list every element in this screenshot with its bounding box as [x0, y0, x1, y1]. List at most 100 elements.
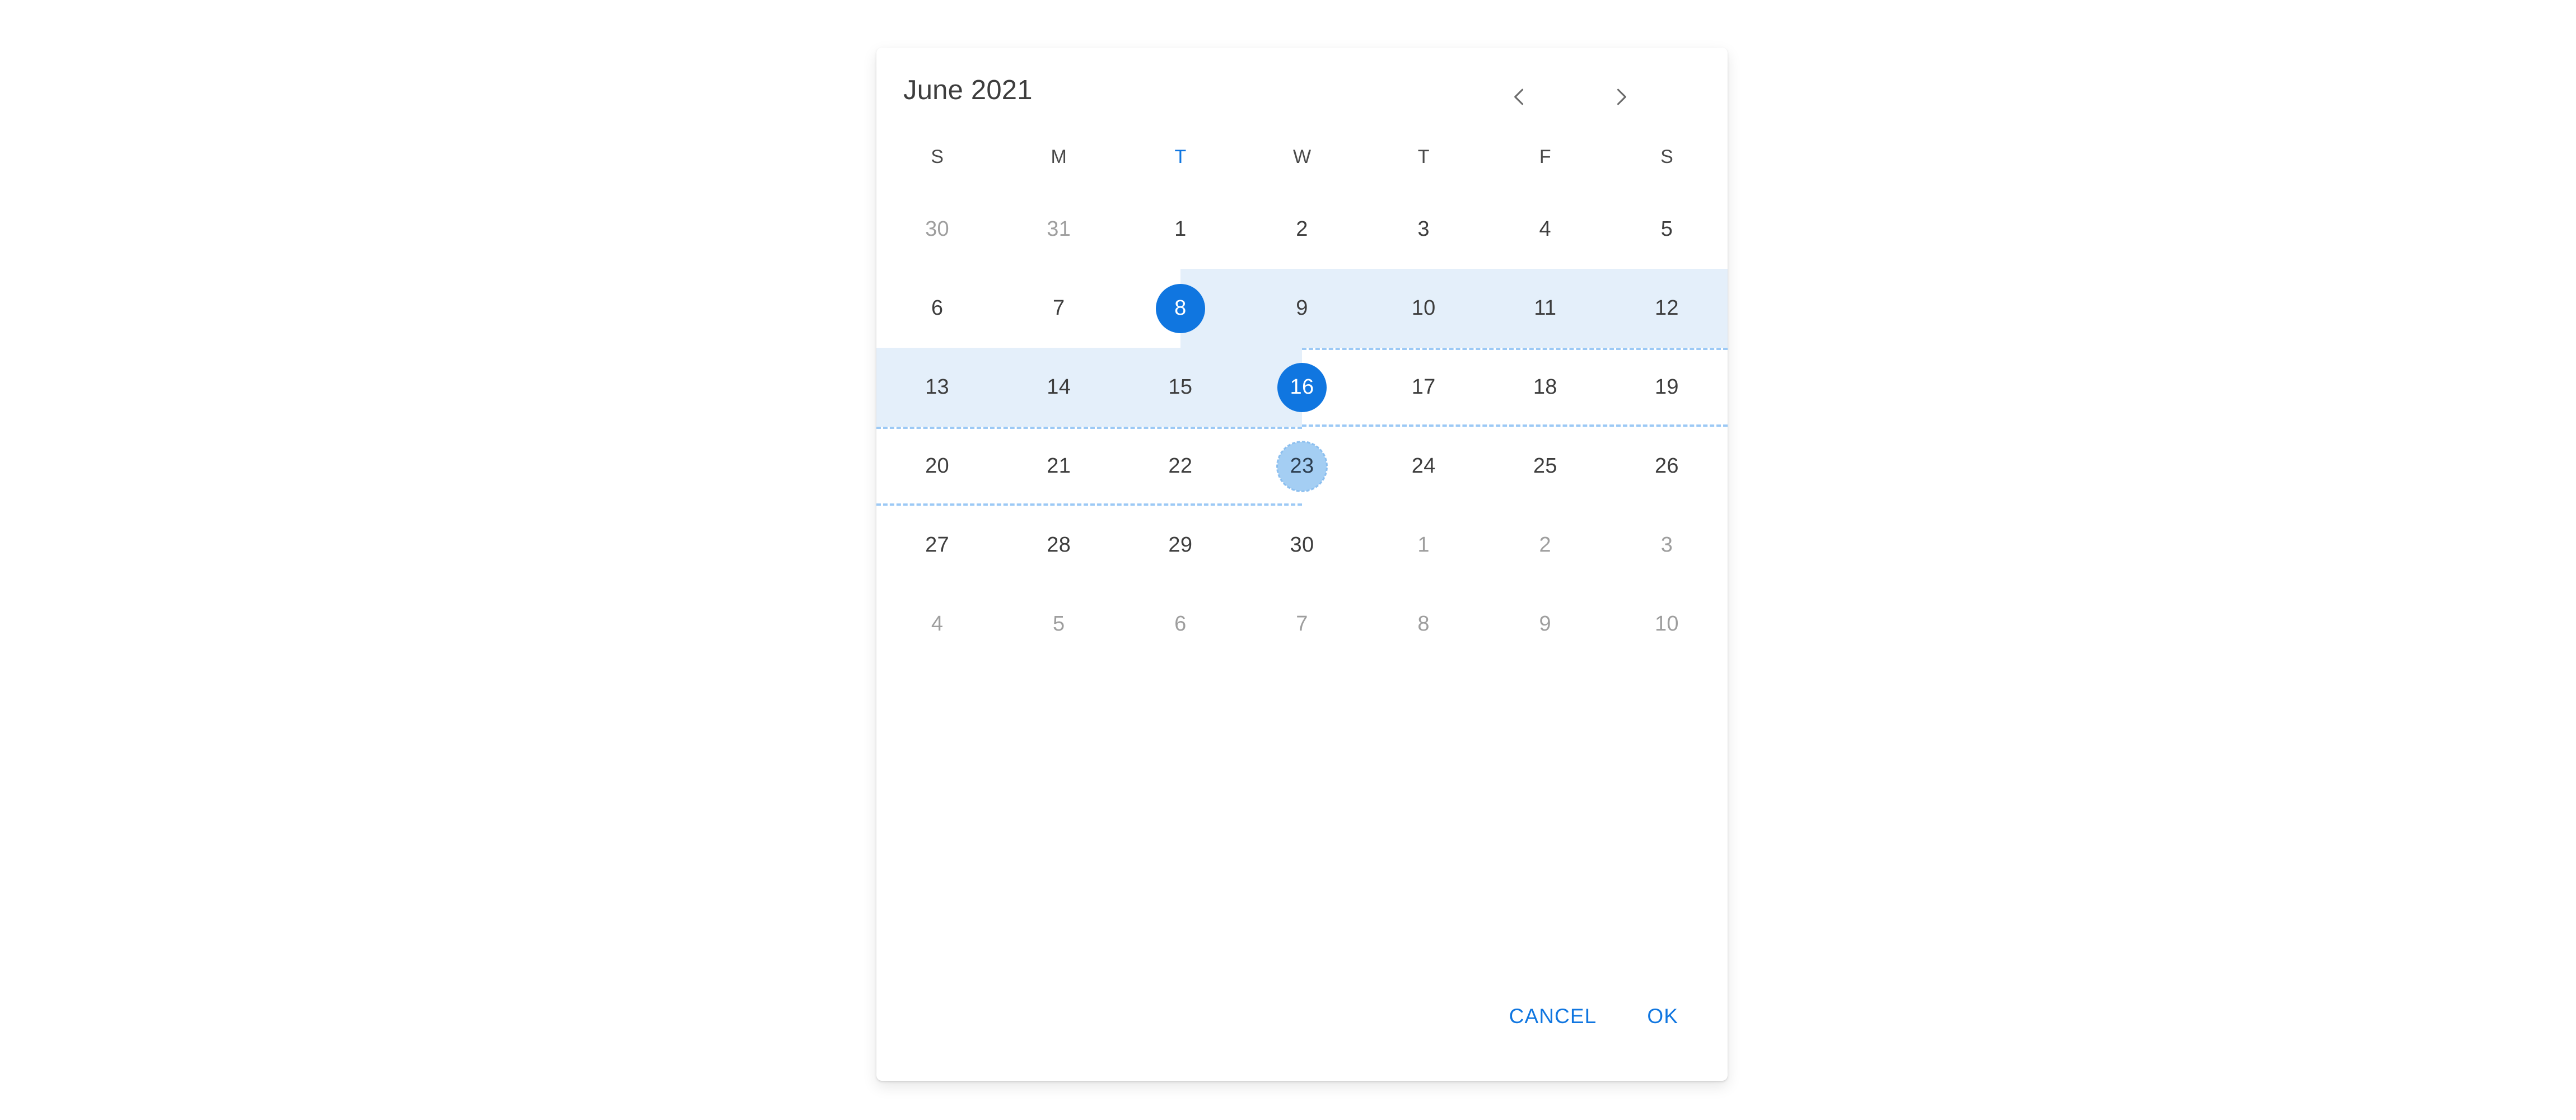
dialog-actions: CANCEL OK — [876, 952, 1728, 1081]
day-cell: 24 — [1363, 427, 1485, 506]
day-23-preview[interactable]: 23 — [1276, 440, 1328, 492]
day-cell: 12 — [1606, 269, 1728, 348]
ok-button[interactable]: OK — [1632, 996, 1693, 1037]
week-row: 13 14 15 16 17 18 19 — [876, 348, 1728, 427]
cancel-button[interactable]: CANCEL — [1495, 996, 1612, 1037]
day-7-muted: 7 — [1296, 612, 1308, 636]
day-cell: 6 — [876, 269, 998, 348]
day-18[interactable]: 18 — [1520, 363, 1570, 412]
day-2-muted: 2 — [1539, 533, 1551, 557]
day-3-muted: 3 — [1660, 533, 1673, 557]
day-cell: 26 — [1606, 427, 1728, 506]
day-cell: 21 — [998, 427, 1119, 506]
day-9-muted: 9 — [1539, 612, 1551, 636]
day-4[interactable]: 4 — [1520, 205, 1570, 254]
day-cell: 19 — [1606, 348, 1728, 427]
day-cell: 30 — [876, 190, 998, 269]
weekday-header-row: SMTWTFS — [876, 137, 1728, 176]
previous-month-button[interactable] — [1492, 70, 1546, 124]
day-cell: 28 — [998, 506, 1119, 585]
day-28[interactable]: 28 — [1034, 521, 1084, 570]
day-grid: 30 31 1 2 3 4 5 6 7 8 9 10 11 12 13 14 15 16 17 18 19 20 21 22 2… — [876, 190, 1728, 664]
weekday-label-6: S — [1660, 146, 1673, 167]
day-cell: 9 — [1485, 585, 1606, 664]
weekday-label-2: T — [1174, 146, 1187, 167]
week-row: 6 7 8 9 10 11 12 — [876, 269, 1728, 348]
day-cell: 2 — [1241, 190, 1362, 269]
day-cell: 29 — [1119, 506, 1241, 585]
day-17[interactable]: 17 — [1399, 363, 1448, 412]
day-cell: 20 — [876, 427, 998, 506]
day-29[interactable]: 29 — [1156, 521, 1205, 570]
day-20[interactable]: 20 — [913, 442, 962, 491]
day-cell: 10 — [1606, 585, 1728, 664]
day-15[interactable]: 15 — [1156, 363, 1205, 412]
day-cell: 13 — [876, 348, 998, 427]
week-row: 27 28 29 30 1 2 3 — [876, 506, 1728, 585]
day-19[interactable]: 19 — [1642, 363, 1691, 412]
day-cell: 10 — [1363, 269, 1485, 348]
day-cell: 14 — [998, 348, 1119, 427]
chevron-right-icon — [1609, 85, 1634, 109]
day-3[interactable]: 3 — [1399, 205, 1448, 254]
day-cell: 3 — [1606, 506, 1728, 585]
week-row: 30 31 1 2 3 4 5 — [876, 190, 1728, 269]
weekday-label-1: M — [1051, 146, 1067, 167]
day-cell: 4 — [876, 585, 998, 664]
day-12[interactable]: 12 — [1642, 284, 1691, 333]
day-cell: 18 — [1485, 348, 1606, 427]
day-16-selected[interactable]: 16 — [1277, 362, 1327, 412]
day-cell: 15 — [1119, 348, 1241, 427]
day-25[interactable]: 25 — [1520, 442, 1570, 491]
day-30-muted: 30 — [925, 217, 949, 241]
day-7[interactable]: 7 — [1034, 284, 1084, 333]
day-5[interactable]: 5 — [1642, 205, 1691, 254]
day-cell: 2 — [1485, 506, 1606, 585]
day-cell: 23 — [1241, 427, 1362, 506]
day-1[interactable]: 1 — [1156, 205, 1205, 254]
day-8-selected[interactable]: 8 — [1155, 283, 1205, 333]
day-14[interactable]: 14 — [1034, 363, 1084, 412]
day-cell: 6 — [1119, 585, 1241, 664]
day-21[interactable]: 21 — [1034, 442, 1084, 491]
day-30[interactable]: 30 — [1277, 521, 1327, 570]
day-6[interactable]: 6 — [913, 284, 962, 333]
week-row: 4 5 6 7 8 9 10 — [876, 585, 1728, 664]
day-11[interactable]: 11 — [1520, 284, 1570, 333]
next-month-button[interactable] — [1594, 70, 1648, 124]
day-cell: 30 — [1241, 506, 1362, 585]
day-9[interactable]: 9 — [1277, 284, 1327, 333]
calendar-header: June 2021 — [876, 48, 1728, 126]
day-cell: 17 — [1363, 348, 1485, 427]
day-2[interactable]: 2 — [1277, 205, 1327, 254]
day-cell: 31 — [998, 190, 1119, 269]
week-row: 20 21 22 23 24 25 26 — [876, 427, 1728, 506]
day-cell: 4 — [1485, 190, 1606, 269]
day-cell: 5 — [1606, 190, 1728, 269]
day-cell: 16 — [1241, 348, 1362, 427]
day-24[interactable]: 24 — [1399, 442, 1448, 491]
day-22[interactable]: 22 — [1156, 442, 1205, 491]
day-4-muted: 4 — [931, 612, 944, 636]
day-cell: 7 — [998, 269, 1119, 348]
weekday-label-4: T — [1417, 146, 1430, 167]
day-13[interactable]: 13 — [913, 363, 962, 412]
day-31-muted: 31 — [1047, 217, 1071, 241]
weekday-label-5: F — [1539, 146, 1551, 167]
weekday-label-0: S — [931, 146, 944, 167]
day-cell: 1 — [1119, 190, 1241, 269]
day-cell: 22 — [1119, 427, 1241, 506]
day-cell: 11 — [1485, 269, 1606, 348]
day-cell: 7 — [1241, 585, 1362, 664]
day-1-muted: 1 — [1417, 533, 1430, 557]
day-cell: 9 — [1241, 269, 1362, 348]
day-10-muted: 10 — [1654, 612, 1679, 636]
day-cell: 27 — [876, 506, 998, 585]
day-27[interactable]: 27 — [913, 521, 962, 570]
day-cell: 8 — [1119, 269, 1241, 348]
weekday-label-3: W — [1292, 146, 1312, 167]
day-6-muted: 6 — [1174, 612, 1187, 636]
day-26[interactable]: 26 — [1642, 442, 1691, 491]
day-10[interactable]: 10 — [1399, 284, 1448, 333]
day-5-muted: 5 — [1052, 612, 1065, 636]
